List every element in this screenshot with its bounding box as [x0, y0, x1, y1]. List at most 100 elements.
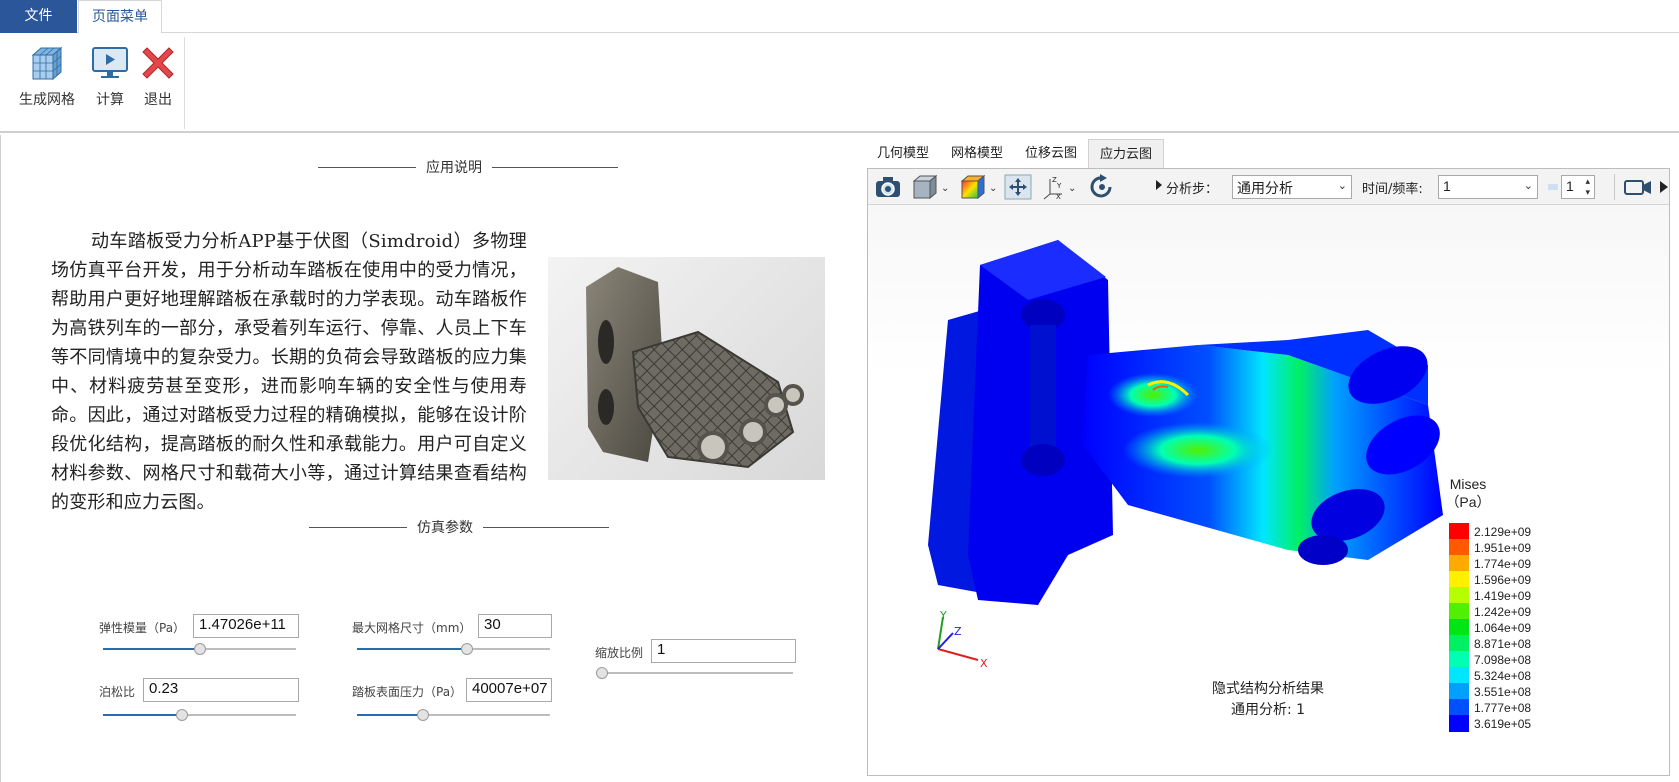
legend-swatch [1449, 539, 1469, 556]
tab-stress-contour[interactable]: 应力云图 [1088, 139, 1165, 169]
legend-entry: 3.551e+08 [1449, 683, 1531, 700]
legend-swatch [1449, 683, 1469, 700]
chevron-down-icon: ⌄ [1523, 180, 1533, 192]
elastic-modulus-input[interactable]: 1.47026e+11 [193, 614, 299, 638]
analysis-step-label: 分析步： [1166, 182, 1219, 197]
scale-input[interactable]: 1 [651, 639, 796, 663]
poisson-ratio-label: 泊松比 [99, 685, 136, 699]
legend-entry: 1.419e+09 [1449, 587, 1531, 604]
legend-value: 1.419e+09 [1474, 588, 1532, 603]
axis-x-label: X [980, 657, 988, 670]
pedal-photo [548, 257, 825, 480]
surface-pressure-input[interactable]: 40007e+07 [466, 678, 552, 702]
poisson-ratio-input[interactable]: 0.23 [143, 678, 299, 702]
frame-spinner[interactable]: 1 ▴ ▾ [1561, 175, 1595, 199]
record-video-icon[interactable] [1623, 174, 1653, 200]
legend-swatch [1449, 651, 1469, 668]
legend-swatch [1449, 587, 1469, 604]
legend-swatch [1449, 699, 1469, 716]
legend-entry: 1.777e+08 [1449, 699, 1531, 716]
generate-mesh-label: 生成网格 [19, 92, 75, 108]
legend-value: 1.242e+09 [1474, 604, 1532, 619]
legend-swatch [1449, 523, 1469, 540]
camera-icon[interactable] [874, 174, 902, 200]
legend-swatch [1449, 603, 1469, 620]
app-description: 动车踏板受力分析APP基于伏图（Simdroid）多物理场仿真平台开发，用于分析… [51, 231, 527, 513]
tab-mesh-model[interactable]: 网格模型 [940, 139, 1014, 169]
more-arrow-icon[interactable] [1658, 174, 1669, 200]
legend-value: 1.777e+08 [1474, 700, 1532, 715]
generate-mesh-button[interactable]: 生成网格 [17, 41, 77, 109]
time-frequency-label: 时间/频率: [1362, 182, 1423, 197]
scale-slider-knob[interactable] [596, 667, 608, 679]
viewer-toolbar: ⌄ ⌄ Z Y X ⌄ 分析步： 通用分析 ⌄ 时间/频率: 1 ⌄ 1 ▴ ▾ [868, 169, 1669, 205]
max-mesh-size-slider[interactable] [357, 643, 550, 655]
tab-displacement-contour[interactable]: 位移云图 [1014, 139, 1088, 169]
legend-entry: 1.064e+09 [1449, 619, 1531, 636]
surface-pressure-slider-knob[interactable] [417, 709, 429, 721]
svg-text:⌄: ⌄ [941, 183, 949, 194]
legend-swatch [1449, 555, 1469, 572]
scale-label: 缩放比例 [595, 646, 644, 660]
chevron-down-icon: ⌄ [1337, 180, 1347, 192]
tab-geometry-model[interactable]: 几何模型 [866, 139, 940, 169]
surface-pressure-slider[interactable] [357, 709, 550, 721]
axis-z-label: Z [954, 625, 962, 638]
analysis-step-select[interactable]: 通用分析 ⌄ [1232, 175, 1352, 199]
legend-value: 1.951e+09 [1474, 540, 1532, 555]
legend-entry: 7.098e+08 [1449, 651, 1531, 668]
max-mesh-size-input[interactable]: 30 [478, 614, 552, 638]
max-mesh-size-slider-knob[interactable] [461, 643, 473, 655]
tab-file[interactable]: 文件 [0, 0, 77, 33]
elastic-modulus-slider-knob[interactable] [194, 643, 206, 655]
result-subtitle: 通用分析: 1 [1230, 702, 1306, 718]
axis-y-label: Y [939, 609, 947, 622]
pan-move-icon[interactable] [1004, 174, 1032, 200]
legend-swatch [1449, 715, 1469, 732]
axis-triad-icon[interactable]: Z Y X ⌄ [1042, 174, 1078, 200]
mesh-cube-icon [17, 41, 77, 85]
ribbon-separator [184, 37, 185, 129]
legend-value: 3.551e+08 [1474, 684, 1532, 699]
time-frequency-value: 1 [1443, 178, 1451, 194]
time-frequency-select[interactable]: 1 ⌄ [1438, 175, 1538, 199]
legend-value: 7.098e+08 [1474, 652, 1532, 667]
3d-viewer[interactable]: ⌄ ⌄ Z Y X ⌄ 分析步： 通用分析 ⌄ 时间/频率: 1 ⌄ 1 ▴ ▾… [867, 168, 1670, 776]
compute-button[interactable]: 计算 [90, 41, 130, 109]
ribbon-tab-bar: 文件 页面菜单 [0, 0, 1679, 34]
legend-title: Mises [1449, 476, 1487, 492]
legend-entry: 5.324e+08 [1449, 667, 1531, 684]
surface-pressure-label: 踏板表面压力（Pa） [352, 685, 463, 699]
tab-page-menu[interactable]: 页面菜单 [78, 0, 162, 34]
legend-swatch [1449, 635, 1469, 652]
legend-value: 1.064e+09 [1474, 620, 1532, 635]
exit-button[interactable]: 退出 [139, 41, 177, 109]
spinner-arrows-icon[interactable]: ▴ ▾ [1585, 176, 1590, 198]
sim-params-title: 仿真参数 [417, 520, 473, 536]
legend-entry: 2.129e+09 [1449, 523, 1531, 540]
scale-slider[interactable] [596, 667, 793, 679]
render-style-icon[interactable]: ⌄ [958, 174, 998, 200]
svg-text:⌄: ⌄ [989, 183, 997, 194]
svg-text:X: X [1056, 193, 1061, 200]
close-x-icon [139, 41, 177, 85]
stress-contour-canvas[interactable]: X Y Z Mises （Pa） 2.129e+09 1.951e+09 1.774… [868, 205, 1669, 775]
poisson-ratio-slider[interactable] [103, 709, 296, 721]
analysis-step-value: 通用分析 [1237, 180, 1293, 196]
legend-entry: 1.242e+09 [1449, 603, 1531, 620]
svg-text:⌄: ⌄ [1068, 183, 1076, 194]
elastic-modulus-slider[interactable] [103, 643, 296, 655]
frame-slider-icon[interactable] [1546, 174, 1560, 200]
view-cube-icon[interactable]: ⌄ [910, 174, 950, 200]
legend-entry: 8.871e+08 [1449, 635, 1531, 652]
legend-entry: 1.774e+09 [1449, 555, 1531, 572]
result-title: 隐式结构分析结果 [1212, 681, 1324, 697]
app-window: 文件 页面菜单 生成网格 计算 退出 应用说明 动车踏板受力分析APP基于伏图（… [0, 0, 1679, 782]
toolbar-separator [1614, 174, 1616, 200]
poisson-ratio-slider-knob[interactable] [176, 709, 188, 721]
monitor-play-icon [90, 41, 130, 85]
legend-entry: 3.619e+05 [1449, 715, 1531, 732]
rotate-reset-icon[interactable] [1088, 174, 1116, 200]
legend-value: 1.774e+09 [1474, 556, 1532, 571]
legend-unit: （Pa） [1445, 494, 1491, 510]
